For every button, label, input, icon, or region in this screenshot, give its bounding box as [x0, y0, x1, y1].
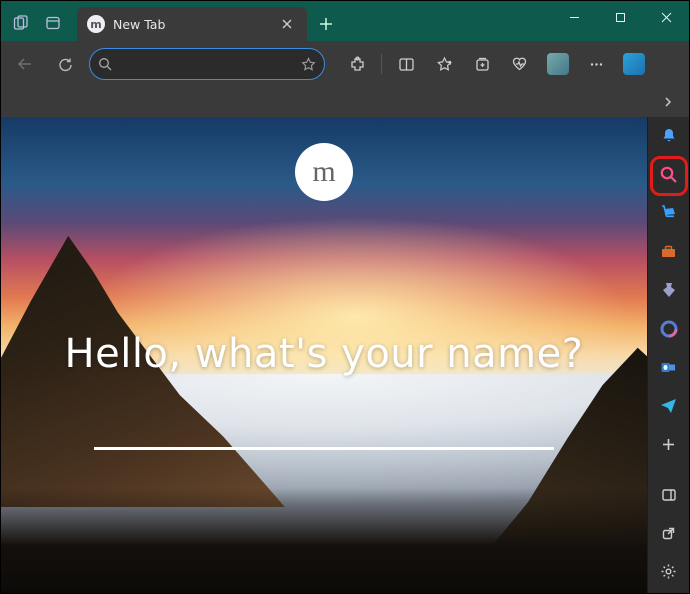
close-tab-icon[interactable]: [277, 14, 297, 34]
page-content: m Hello, what's your name?: [1, 117, 647, 593]
chevron-right-icon[interactable]: [661, 95, 675, 109]
search-icon[interactable]: [655, 162, 683, 189]
name-input-line[interactable]: [94, 447, 554, 450]
tab-actions-icon[interactable]: [39, 9, 67, 37]
minimize-button[interactable]: [551, 1, 597, 33]
body-row: m Hello, what's your name?: [1, 117, 689, 593]
window-controls: [551, 1, 689, 33]
address-bar[interactable]: [89, 48, 325, 80]
back-button[interactable]: [9, 48, 41, 80]
tab-title: New Tab: [113, 17, 269, 32]
favorites-bar: [1, 87, 689, 117]
sidebar: [647, 117, 689, 593]
toolbar-actions: [341, 48, 650, 80]
tab-new-tab[interactable]: m New Tab: [77, 7, 307, 41]
search-icon: [98, 57, 112, 71]
toolbox-icon[interactable]: [655, 239, 683, 266]
greeting-panel: m Hello, what's your name?: [1, 117, 647, 593]
more-icon[interactable]: [580, 48, 612, 80]
send-icon[interactable]: [655, 393, 683, 420]
maximize-button[interactable]: [597, 1, 643, 33]
settings-icon[interactable]: [655, 559, 683, 586]
favorite-icon[interactable]: [301, 57, 316, 72]
profile-avatar[interactable]: [542, 48, 574, 80]
titlebar-left: [1, 9, 73, 41]
tab-favicon: m: [87, 15, 105, 33]
external-icon[interactable]: [655, 520, 683, 547]
shopping-icon[interactable]: [655, 200, 683, 227]
separator: [381, 54, 382, 74]
health-icon[interactable]: [504, 48, 536, 80]
address-input[interactable]: [118, 57, 295, 72]
copilot-icon[interactable]: [618, 48, 650, 80]
m365-icon[interactable]: [655, 316, 683, 343]
split-screen-icon[interactable]: [390, 48, 422, 80]
new-tab-button[interactable]: [311, 9, 341, 39]
browser-window: m New Tab: [0, 0, 690, 594]
refresh-button[interactable]: [49, 48, 81, 80]
add-icon[interactable]: [655, 431, 683, 458]
greeting-text: Hello, what's your name?: [65, 331, 584, 377]
window-close-button[interactable]: [643, 1, 689, 33]
games-icon[interactable]: [655, 277, 683, 304]
extensions-icon[interactable]: [341, 48, 373, 80]
notifications-icon[interactable]: [655, 123, 683, 150]
titlebar: m New Tab: [1, 1, 689, 41]
profile-logo[interactable]: m: [295, 143, 353, 201]
collections-icon[interactable]: [466, 48, 498, 80]
highlight-box: [650, 156, 688, 196]
outlook-icon[interactable]: [655, 354, 683, 381]
favorites-icon[interactable]: [428, 48, 460, 80]
toolbar: [1, 41, 689, 87]
panel-icon[interactable]: [655, 482, 683, 509]
workspaces-icon[interactable]: [7, 9, 35, 37]
